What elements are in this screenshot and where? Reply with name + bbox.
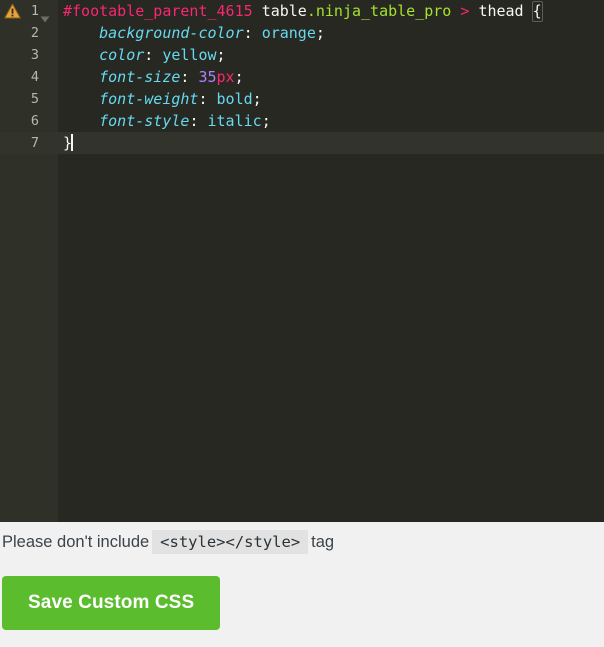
- gutter-cell[interactable]: 3: [0, 44, 58, 66]
- editor-line[interactable]: 4 font-size: 35px;: [0, 66, 604, 88]
- code-token: font-style: [99, 112, 190, 130]
- editor-lines: 1 #footable_parent_4615 table.ninja_table…: [0, 0, 604, 154]
- code-token: background-color: [99, 24, 244, 42]
- line-number: 4: [30, 69, 39, 85]
- note-prefix-text: Please don't include: [2, 533, 150, 551]
- line-number: 1: [30, 3, 39, 19]
- code-token: ;: [216, 46, 226, 64]
- code-token: :: [243, 24, 253, 42]
- code-line-text[interactable]: background-color: orange;: [58, 22, 604, 44]
- code-token: ;: [261, 112, 271, 130]
- code-token: 35: [198, 68, 217, 86]
- style-tag-warning-note: Please don't include <style></style> tag: [0, 522, 604, 562]
- editor-line[interactable]: 1 #footable_parent_4615 table.ninja_table…: [0, 0, 604, 23]
- warning-triangle-icon[interactable]: [4, 3, 21, 19]
- code-token: ;: [315, 24, 325, 42]
- gutter-cell[interactable]: 2: [0, 22, 58, 44]
- code-token: ;: [252, 90, 262, 108]
- line-number: 7: [30, 135, 39, 151]
- gutter-cell[interactable]: 5: [0, 88, 58, 110]
- code-token: orange: [261, 24, 316, 42]
- gutter-cell[interactable]: 6: [0, 110, 58, 132]
- note-code-snippet: <style></style>: [152, 530, 309, 554]
- editor-footer: Save Custom CSS: [0, 562, 604, 647]
- code-token: italic: [207, 112, 262, 130]
- text-cursor: [71, 134, 74, 151]
- code-token: table: [261, 2, 307, 20]
- gutter-cell[interactable]: 7: [0, 132, 58, 154]
- editor-line[interactable]: 5 font-weight: bold;: [0, 88, 604, 110]
- line-number: 3: [30, 47, 39, 63]
- chevron-down-fold-icon[interactable]: [40, 8, 50, 23]
- code-token: font-weight: [99, 90, 199, 108]
- line-number: 6: [30, 113, 39, 129]
- code-line-text[interactable]: #footable_parent_4615 table.ninja_table_…: [58, 0, 604, 22]
- editor-line[interactable]: 6 font-style: italic;: [0, 110, 604, 132]
- code-token: color: [99, 46, 145, 64]
- gutter-cell[interactable]: 1: [0, 0, 58, 23]
- code-line-text[interactable]: color: yellow;: [58, 44, 604, 66]
- code-token: ;: [234, 68, 244, 86]
- code-token: {: [531, 1, 543, 22]
- code-token: :: [198, 90, 208, 108]
- editor-line[interactable]: 2 background-color: orange;: [0, 22, 604, 44]
- code-token: yellow: [162, 46, 217, 64]
- save-custom-css-button[interactable]: Save Custom CSS: [2, 576, 221, 630]
- code-token: px: [216, 68, 235, 86]
- code-token: font-size: [99, 68, 181, 86]
- code-token: thead: [478, 2, 524, 20]
- editor-inner[interactable]: 1 #footable_parent_4615 table.ninja_table…: [0, 0, 604, 522]
- code-line-text[interactable]: }: [58, 132, 604, 154]
- note-suffix-text: tag: [311, 533, 335, 551]
- code-token: :: [144, 46, 154, 64]
- gutter-cell[interactable]: 4: [0, 66, 58, 88]
- code-token: #footable_parent_4615: [63, 2, 253, 20]
- css-code-editor[interactable]: 1 #footable_parent_4615 table.ninja_table…: [0, 0, 604, 522]
- code-token: bold: [216, 90, 253, 108]
- line-number: 2: [30, 25, 39, 41]
- code-line-text[interactable]: font-size: 35px;: [58, 66, 604, 88]
- line-number: 5: [30, 91, 39, 107]
- editor-line[interactable]: 3 color: yellow;: [0, 44, 604, 66]
- code-line-text[interactable]: font-style: italic;: [58, 110, 604, 132]
- editor-line[interactable]: 7}: [0, 132, 604, 154]
- code-token: .ninja_table_pro: [306, 2, 452, 20]
- code-line-text[interactable]: font-weight: bold;: [58, 88, 604, 110]
